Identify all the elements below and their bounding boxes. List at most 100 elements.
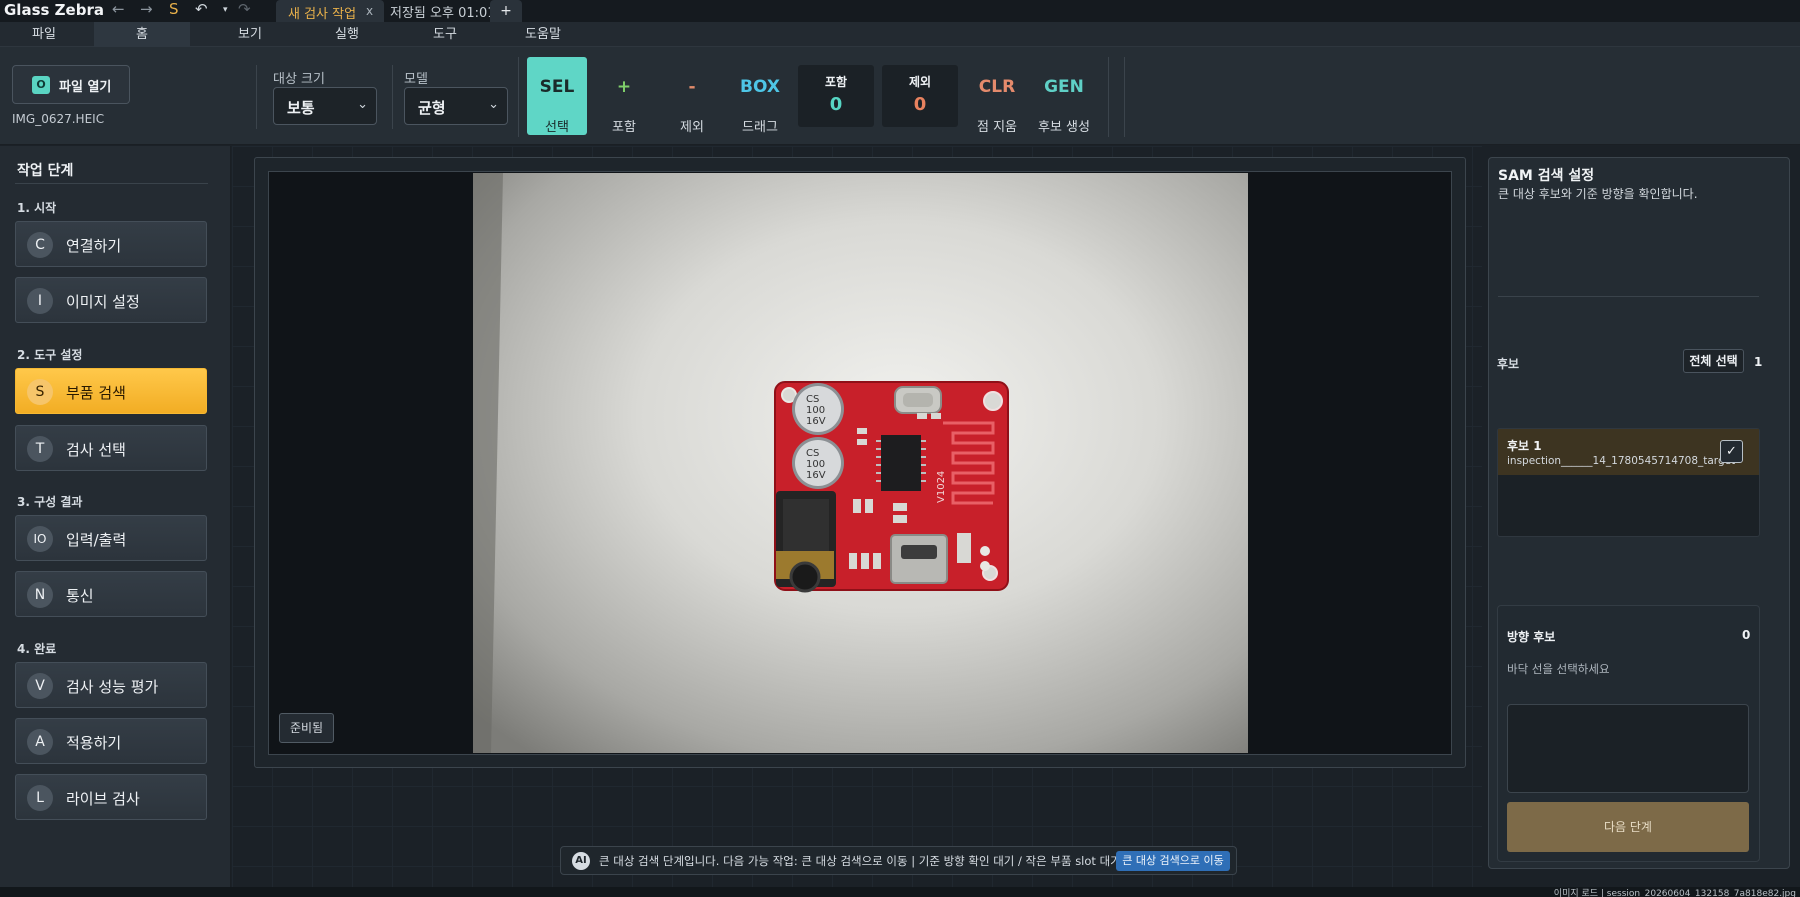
generate-candidates-button[interactable]: GEN 후보 생성: [1034, 57, 1094, 135]
step-image-setup[interactable]: I 이미지 설정: [15, 277, 207, 323]
step-live-inspection[interactable]: L 라이브 검사: [15, 774, 207, 820]
box-drag-tool-button[interactable]: BOX 드래그: [730, 57, 790, 135]
direction-list[interactable]: [1507, 704, 1749, 793]
svg-text:CS: CS: [806, 394, 819, 405]
section-complete-label: 4. 완료: [17, 642, 57, 656]
workflow-title: 작업 단계: [17, 163, 74, 179]
step-badge: IO: [27, 526, 53, 552]
candidates-count: 1: [1754, 355, 1763, 369]
menu-run[interactable]: 실행: [298, 22, 396, 47]
plus-icon: +: [616, 77, 632, 97]
step-part-search[interactable]: S 부품 검색: [15, 368, 207, 414]
capacitor-1: CS 100 16V: [792, 383, 844, 435]
candidates-label: 후보: [1497, 357, 1520, 371]
status-strip-text: 이미지 로드 | session_20260604_132158_7a818e8…: [1553, 889, 1796, 897]
model-label: 모델: [404, 72, 428, 87]
next-step-button[interactable]: 다음 단계: [1507, 802, 1749, 852]
ribbon-toolbar: O 파일 열기 IMG_0627.HEIC 대상 크기 보통 ⌄ 모델 균형 ⌄…: [0, 47, 1800, 145]
step-badge: N: [27, 582, 53, 608]
menu-home[interactable]: 홈: [94, 22, 190, 47]
svg-text:100: 100: [806, 459, 825, 470]
clear-points-button[interactable]: CLR 점 지움: [967, 57, 1027, 135]
step-performance-eval[interactable]: V 검사 성능 평가: [15, 662, 207, 708]
open-file-icon: O: [32, 76, 50, 94]
step-label: 부품 검색: [66, 384, 126, 402]
step-badge: T: [27, 436, 53, 462]
clear-icon: CLR: [978, 77, 1016, 97]
generate-candidates-label: 후보 생성: [1038, 120, 1090, 135]
undo-icon[interactable]: ↶: [195, 0, 208, 18]
title-bar: [0, 0, 1800, 22]
clear-points-label: 점 지움: [976, 120, 1017, 135]
step-label: 이미지 설정: [66, 293, 140, 311]
select-all-button[interactable]: 전체 선택: [1683, 349, 1744, 373]
panel-title: SAM 검색 설정: [1498, 168, 1595, 184]
model-value: 균형: [418, 99, 446, 117]
step-label: 연결하기: [66, 237, 122, 255]
candidate-name: 후보 1: [1507, 439, 1542, 453]
step-label: 적용하기: [66, 734, 122, 752]
panel-subtitle: 큰 대상 후보와 기준 방향을 확인합니다.: [1498, 187, 1698, 201]
step-io[interactable]: IO 입력/출력: [15, 515, 207, 561]
step-apply[interactable]: A 적용하기: [15, 718, 207, 764]
ribbon-divider: [1124, 57, 1125, 137]
workflow-panel: 작업 단계 1. 시작 C 연결하기 I 이미지 설정 2. 도구 설정 S 부…: [0, 146, 231, 887]
include-tool-button[interactable]: + 포함: [594, 57, 654, 135]
exclude-tool-button[interactable]: - 제외: [662, 57, 722, 135]
back-arrow-icon[interactable]: ←: [112, 0, 125, 18]
generate-icon: GEN: [1044, 77, 1084, 97]
step-badge: I: [27, 288, 53, 314]
step-inspection-select[interactable]: T 검사 선택: [15, 425, 207, 471]
save-icon[interactable]: S: [169, 0, 179, 18]
svg-text:16V: 16V: [806, 470, 826, 481]
open-file-button[interactable]: O 파일 열기: [12, 65, 130, 104]
step-communication[interactable]: N 통신: [15, 571, 207, 617]
section-tool-setup-label: 2. 도구 설정: [17, 348, 83, 362]
target-size-value: 보통: [287, 99, 315, 117]
candidate-checkbox[interactable]: ✓: [1720, 440, 1743, 463]
go-large-target-search-button[interactable]: 큰 대상 검색으로 이동: [1116, 851, 1230, 871]
step-label: 라이브 검사: [66, 790, 140, 808]
pcb-board: CS 100 16V CS 100 16V V1024: [774, 381, 1009, 593]
ribbon-divider: [256, 65, 257, 129]
tab-new-inspection[interactable]: 새 검사 작업 x: [276, 0, 384, 22]
ai-icon: AI: [572, 852, 590, 870]
direction-candidates-label: 방향 후보: [1507, 630, 1556, 644]
undo-dropdown-icon[interactable]: ▾: [223, 5, 228, 15]
svg-text:100: 100: [806, 405, 825, 416]
ribbon-divider: [1108, 57, 1109, 137]
pcb-photo: CS 100 16V CS 100 16V V1024: [473, 173, 1248, 753]
menu-help[interactable]: 도움말: [494, 22, 592, 47]
menu-tools[interactable]: 도구: [396, 22, 494, 47]
step-badge: C: [27, 232, 53, 258]
save-status: 저장됨 오후 01:01: [390, 6, 496, 21]
audio-jack: [776, 491, 836, 593]
menu-file[interactable]: 파일: [0, 22, 88, 47]
capacitor-2: CS 100 16V: [792, 437, 844, 489]
ribbon-divider: [392, 65, 393, 129]
exclude-counter: 제외 0: [882, 65, 958, 127]
ready-status-badge: 준비됨: [279, 713, 334, 743]
close-tab-icon[interactable]: x: [366, 4, 373, 18]
minus-icon: -: [688, 77, 696, 97]
menu-view[interactable]: 보기: [202, 22, 298, 47]
model-select[interactable]: 균형 ⌄: [404, 87, 508, 125]
exclude-counter-value: 0: [913, 94, 927, 115]
select-tool-button[interactable]: SEL 선택: [527, 57, 587, 135]
step-badge: A: [27, 729, 53, 755]
divider: [1498, 296, 1759, 297]
step-label: 통신: [66, 587, 94, 605]
direction-hint: 바닥 선을 선택하세요: [1507, 662, 1610, 676]
redo-icon[interactable]: ↷: [238, 0, 251, 18]
inspection-image[interactable]: CS 100 16V CS 100 16V V1024: [473, 173, 1248, 753]
target-size-label: 대상 크기: [273, 72, 325, 87]
select-tool-icon: SEL: [539, 77, 575, 97]
app-name: Glass Zebra: [4, 1, 104, 19]
step-connect[interactable]: C 연결하기: [15, 221, 207, 267]
step-badge: S: [27, 379, 53, 405]
forward-arrow-icon[interactable]: →: [140, 0, 153, 18]
new-tab-button[interactable]: +: [490, 0, 522, 22]
chevron-down-icon: ⌄: [357, 97, 368, 112]
chevron-down-icon: ⌄: [488, 97, 499, 112]
target-size-select[interactable]: 보통 ⌄: [273, 87, 377, 125]
